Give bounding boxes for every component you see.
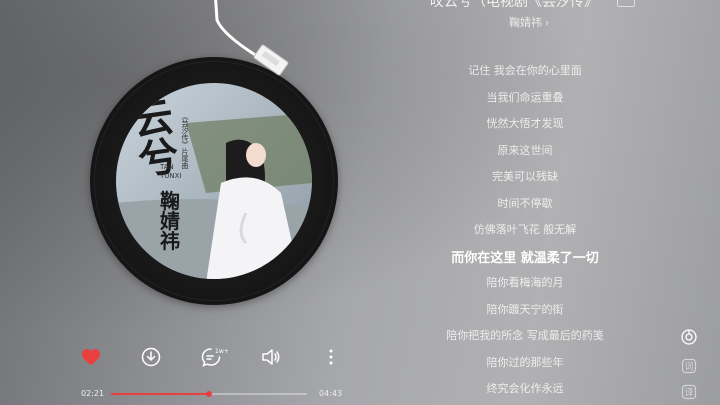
lyrics-mode-icon[interactable]: 词 — [681, 358, 697, 374]
cover-subtitle: 《芸汐传》片尾曲 — [181, 113, 189, 169]
progress-thumb[interactable] — [206, 391, 212, 397]
artist-link[interactable]: 鞠婧祎 › — [509, 14, 549, 30]
cover-artist: 鞠婧祎 — [160, 189, 180, 253]
lyric-line[interactable]: 当我们命运重叠 — [360, 89, 690, 105]
lyric-line[interactable]: 陪你过的那些年 — [360, 354, 690, 370]
svg-text:词: 词 — [684, 362, 693, 373]
lyric-line-active[interactable]: 而你在这里 就温柔了一切 — [360, 247, 690, 266]
sound-icon[interactable] — [260, 346, 282, 368]
artist-name: 鞠婧祎 — [509, 16, 542, 29]
cover-english-title: TAN YUNXI — [160, 163, 182, 181]
progress-bar[interactable] — [111, 391, 307, 397]
audio-effect-icon[interactable] — [681, 329, 697, 345]
lyric-line[interactable]: 完美可以残缺 — [360, 168, 690, 184]
chevron-right-icon: › — [545, 18, 549, 29]
lyric-line[interactable]: 陪你把我的所念 写成最后的药笺 — [360, 327, 690, 343]
more-icon[interactable] — [320, 346, 342, 368]
lyric-line[interactable]: 陪你踱天宁的街 — [360, 301, 690, 317]
lyric-line[interactable]: 时间不停歇 — [360, 195, 690, 211]
lyric-line[interactable]: 仿佛落叶飞花 般无解 — [360, 221, 690, 237]
current-time: 02:21 — [81, 389, 105, 398]
album-cover: 云兮 《芸汐传》片尾曲 TAN YUNXI 鞠婧祎 — [116, 83, 312, 279]
lyric-line[interactable]: 恍然大悟才发现 — [360, 115, 690, 131]
total-time: 04:43 — [319, 389, 343, 398]
quality-badge — [617, 0, 635, 7]
download-icon[interactable] — [140, 346, 162, 368]
tonearm — [214, 0, 289, 76]
lyric-line[interactable]: 终究会化作永远 — [360, 380, 690, 396]
cover-en-line2: YUNXI — [160, 172, 182, 180]
comment-count-badge: 1w+ — [215, 348, 229, 355]
lyric-line[interactable]: 记住 我会在你的心里面 — [360, 62, 690, 78]
svg-text:译: 译 — [684, 388, 693, 399]
lyric-line[interactable]: 陪你看梅海的月 — [360, 274, 690, 290]
translate-icon[interactable]: 译 — [681, 384, 697, 400]
song-title: 叹云兮（电视剧《芸汐传》 — [430, 0, 598, 10]
heart-icon[interactable] — [80, 346, 102, 368]
progress-played — [111, 393, 209, 395]
cover-en-line1: TAN — [160, 163, 174, 171]
lyric-line[interactable]: 原来这世间 — [360, 142, 690, 158]
